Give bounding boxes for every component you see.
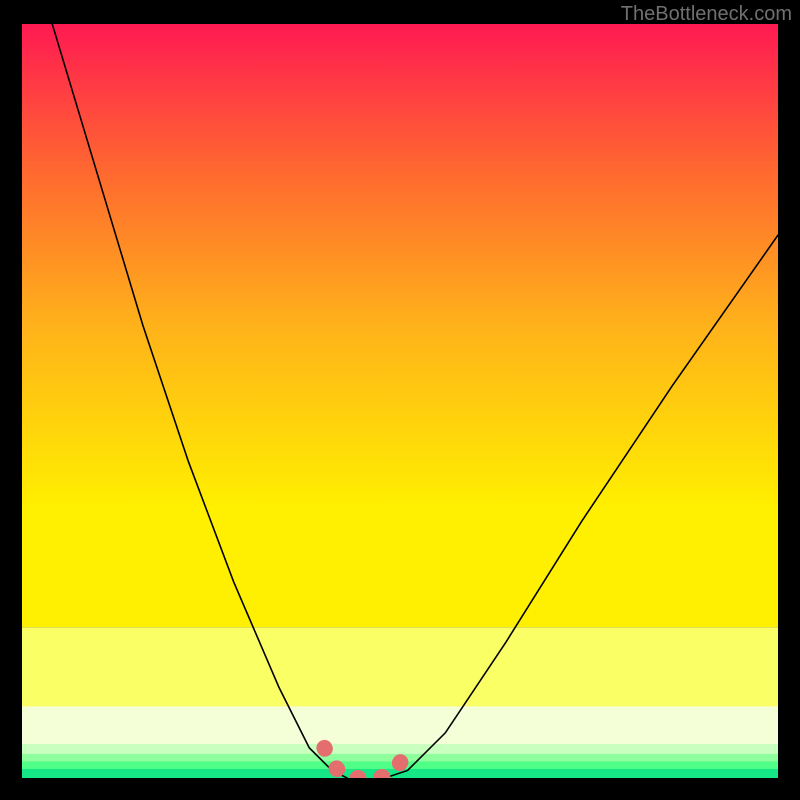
chart-area bbox=[22, 24, 778, 778]
chart-svg bbox=[22, 24, 778, 778]
watermark-text: TheBottleneck.com bbox=[621, 3, 792, 26]
